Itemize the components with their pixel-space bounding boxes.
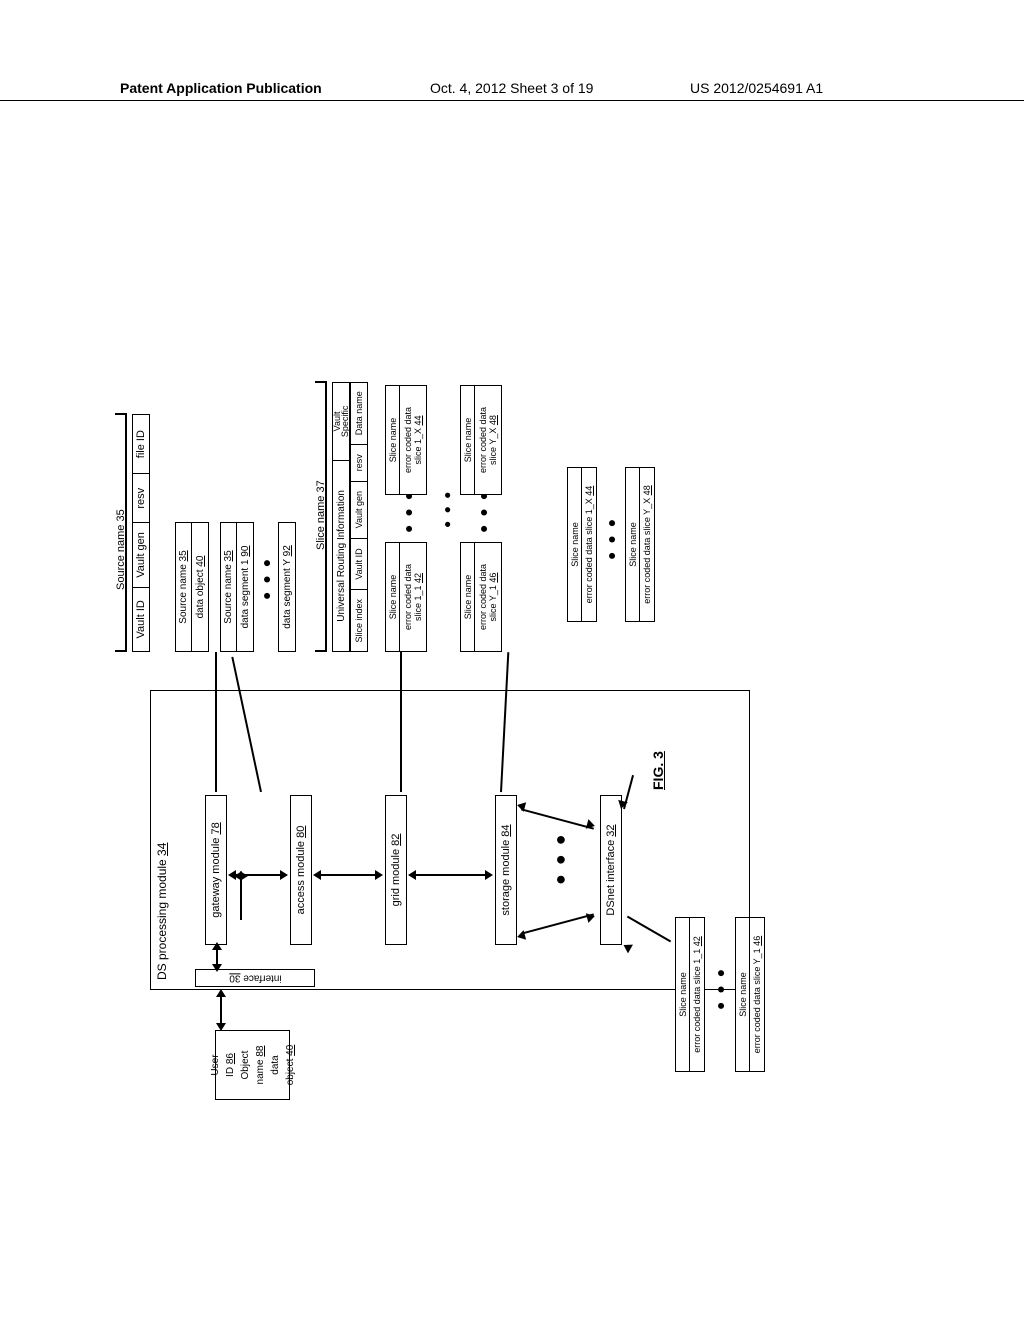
page: Patent Application Publication Oct. 4, 2… (0, 0, 1024, 1320)
slice-name-row2: Slice index Vault ID Vault gen resv Data… (350, 382, 368, 652)
gateway-module: gateway module 78 (205, 795, 227, 945)
dots-row1: ● ● ● (400, 490, 416, 533)
dots-between-groups: ● ● ● (440, 490, 454, 528)
sn-11-label: Slice name (385, 542, 399, 652)
resv2-cell: resv (351, 444, 367, 481)
dots-segments: ● ● ● (258, 557, 274, 600)
b-ec-1X: error coded data slice 1_X 44 (581, 467, 597, 622)
ec-YX-box: error coded dataslice Y_X 48 (474, 385, 502, 495)
vault-gen2-cell: Vault gen (351, 481, 367, 538)
line-gw-dataobj (215, 652, 217, 792)
src-rv (115, 414, 127, 416)
header-center: Oct. 4, 2012 Sheet 3 of 19 (430, 80, 593, 96)
arrowhead-up-ga (228, 870, 236, 880)
diagram: UserID 86 Objectname 88 dataobject 40 DS… (120, 200, 920, 1150)
header-right: US 2012/0254691 A1 (690, 80, 823, 96)
b-sn-YX: Slice name (625, 467, 639, 622)
vault-id-cell: Vault ID (132, 587, 150, 651)
arrowhead-down-gs (485, 870, 493, 880)
sn-Y1-label: Slice name (460, 542, 474, 652)
source-name-row: Vault ID Vault gen resv file ID (132, 414, 150, 652)
interface-label: interface 30 (229, 972, 281, 983)
dsnet-interface: DSnet interface 32 (600, 795, 622, 945)
sn-YX-label: Slice name (460, 385, 474, 495)
arrow-if-gateway (216, 948, 218, 966)
src-top-line (125, 414, 127, 652)
b-sn-1X: Slice name (567, 467, 581, 622)
b-ec-YX: error coded data slice Y_X 48 (639, 467, 655, 622)
storage-module: storage module 84 (495, 795, 517, 945)
b-sn-11: Slice name (675, 917, 689, 1072)
b-sn-Y1: Slice name (735, 917, 749, 1072)
line-gs (410, 874, 490, 876)
ds-processing-module (150, 690, 750, 990)
data-name-cell: Data name (351, 383, 367, 444)
src-lv (115, 651, 127, 653)
slc-top-line (325, 382, 327, 652)
segY-box: data segment Y 92 (278, 522, 296, 652)
slice-name-row1: Universal Routing Information VaultSpeci… (332, 382, 350, 652)
vault-gen-cell: Vault gen (132, 522, 150, 586)
uri-cell: Universal Routing Information (333, 460, 350, 651)
line-ag (315, 874, 380, 876)
ec-1X-box: error coded dataslice 1_X 44 (399, 385, 427, 495)
src2-label: Source name 35 (220, 522, 236, 652)
figure-label: FIG. 3 (650, 751, 666, 790)
page-header: Patent Application Publication Oct. 4, 2… (0, 80, 1024, 101)
b-ec-Y1: error coded data slice Y_1 46 (749, 917, 765, 1072)
file-id-cell: file ID (132, 415, 150, 473)
dots-bl: ● ● ● (712, 967, 728, 1010)
header-left: Patent Application Publication (120, 80, 322, 96)
seg1-box: data segment 1 90 (236, 522, 254, 652)
data-obj-box: data object 40 (191, 522, 209, 652)
dots-rowY: ● ● ● (475, 490, 491, 533)
user-id-label: UserID 86 (208, 1053, 238, 1077)
data-object-label: dataobject 40 (268, 1045, 298, 1086)
object-name-label: Objectname 88 (238, 1046, 268, 1085)
arrow-input-interface (220, 995, 222, 1025)
arrowhead-down-ga (280, 870, 288, 880)
dots-br: ● ● ● (603, 517, 619, 560)
vault-id2-cell: Vault ID (351, 538, 367, 590)
arrow-gateway-access (240, 875, 242, 920)
line-ga (230, 874, 285, 876)
grid-module: grid module 82 (385, 795, 407, 945)
sn-1X-label: Slice name (385, 385, 399, 495)
arrowhead-down-ag (375, 870, 383, 880)
ec-11-box: error coded dataslice 1_1 42 (399, 542, 427, 652)
access-module: access module 80 (290, 795, 312, 945)
input-block: UserID 86 Objectname 88 dataobject 40 (215, 1030, 290, 1100)
src1-label: Source name 35 (175, 522, 191, 652)
arrowhead-up-ag (313, 870, 321, 880)
ds-processing-title: DS processing module 34 (155, 843, 169, 980)
vault-specific-cell: VaultSpecific (330, 383, 352, 460)
arrowhead-up-gs (408, 870, 416, 880)
ec-Y1-box: error coded dataslice Y_1 46 (474, 542, 502, 652)
b-ec-11: error coded data slice 1_1 42 (689, 917, 705, 1072)
line-grid-slices (400, 652, 402, 792)
slc-rv (315, 382, 327, 384)
slice-index-cell: Slice index (351, 589, 367, 651)
dots-storage-dsnet: ● ● ● (550, 832, 571, 885)
slc-lv (315, 651, 327, 653)
rotated-figure: UserID 86 Objectname 88 dataobject 40 DS… (120, 200, 920, 1100)
resv-cell: resv (132, 473, 150, 522)
